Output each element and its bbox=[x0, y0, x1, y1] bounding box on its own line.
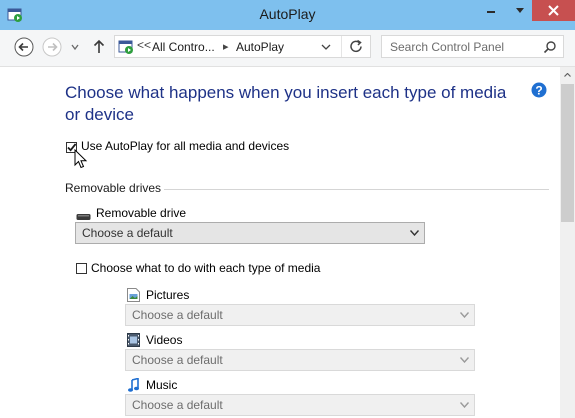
section-divider bbox=[164, 189, 549, 190]
use-autoplay-label[interactable]: Use AutoPlay for all media and devices bbox=[81, 139, 289, 153]
removable-drive-label: Removable drive bbox=[96, 206, 187, 220]
pictures-label: Pictures bbox=[146, 288, 190, 302]
control-panel-icon bbox=[118, 40, 133, 54]
minimize-icon bbox=[487, 11, 495, 13]
navigation-bar: << All Contro... ▸ AutoPlay Search Contr… bbox=[0, 30, 575, 67]
search-field[interactable]: Search Control Panel bbox=[381, 35, 564, 58]
pictures-select[interactable]: Choose a default bbox=[125, 304, 475, 326]
search-placeholder[interactable]: Search Control Panel bbox=[390, 40, 504, 54]
breadcrumb-all-control-panel[interactable]: All Contro... bbox=[152, 40, 215, 54]
up-button[interactable] bbox=[89, 37, 109, 57]
removable-drive-value: Choose a default bbox=[82, 226, 173, 240]
close-icon bbox=[548, 5, 559, 16]
breadcrumb-separator-icon[interactable]: ▸ bbox=[223, 40, 229, 53]
main-content: Choose what happens when you insert each… bbox=[0, 67, 560, 418]
music-select[interactable]: Choose a default bbox=[125, 394, 475, 416]
music-label: Music bbox=[146, 378, 178, 392]
title-bar: AutoPlay bbox=[0, 0, 575, 30]
vertical-scrollbar[interactable] bbox=[560, 67, 575, 418]
videos-icon bbox=[127, 333, 140, 347]
videos-label: Videos bbox=[146, 333, 183, 347]
minimize-button[interactable] bbox=[478, 0, 504, 21]
page-title: Choose what happens when you insert each… bbox=[65, 83, 507, 124]
removable-drives-heading: Removable drives bbox=[65, 181, 162, 195]
maximize-icon bbox=[516, 8, 524, 13]
chevron-down-icon bbox=[460, 312, 469, 318]
close-button[interactable] bbox=[532, 0, 575, 21]
music-icon bbox=[128, 378, 139, 392]
refresh-icon bbox=[350, 39, 362, 53]
each-media-type-checkbox[interactable] bbox=[76, 263, 87, 274]
forward-button[interactable] bbox=[42, 37, 62, 57]
refresh-button[interactable] bbox=[341, 36, 371, 57]
scrollbar-thumb[interactable] bbox=[561, 84, 574, 222]
music-value: Choose a default bbox=[132, 398, 223, 412]
pictures-value: Choose a default bbox=[132, 308, 223, 322]
chevron-down-icon bbox=[460, 357, 469, 363]
svg-text:?: ? bbox=[535, 84, 542, 98]
search-icon[interactable] bbox=[543, 40, 557, 54]
scroll-up-icon[interactable] bbox=[564, 73, 571, 77]
pictures-icon bbox=[127, 288, 140, 302]
videos-select[interactable]: Choose a default bbox=[125, 349, 475, 371]
maximize-button[interactable] bbox=[507, 0, 533, 21]
removable-drive-icon bbox=[76, 214, 91, 220]
videos-value: Choose a default bbox=[132, 353, 223, 367]
help-icon[interactable]: ? bbox=[531, 82, 547, 98]
back-button[interactable] bbox=[14, 37, 34, 57]
breadcrumb-autoplay[interactable]: AutoPlay bbox=[236, 40, 284, 54]
chevron-down-icon bbox=[460, 402, 469, 408]
address-bar[interactable]: << All Contro... ▸ AutoPlay bbox=[114, 35, 371, 58]
chevron-down-icon bbox=[410, 230, 419, 236]
breadcrumb-overflow[interactable]: << bbox=[137, 38, 151, 52]
recent-pages-chevron-icon[interactable] bbox=[71, 43, 79, 51]
each-media-type-label[interactable]: Choose what to do with each type of medi… bbox=[91, 261, 320, 275]
mouse-cursor-icon bbox=[74, 149, 88, 169]
address-dropdown-icon[interactable] bbox=[320, 40, 332, 54]
removable-drive-select[interactable]: Choose a default bbox=[75, 222, 425, 244]
